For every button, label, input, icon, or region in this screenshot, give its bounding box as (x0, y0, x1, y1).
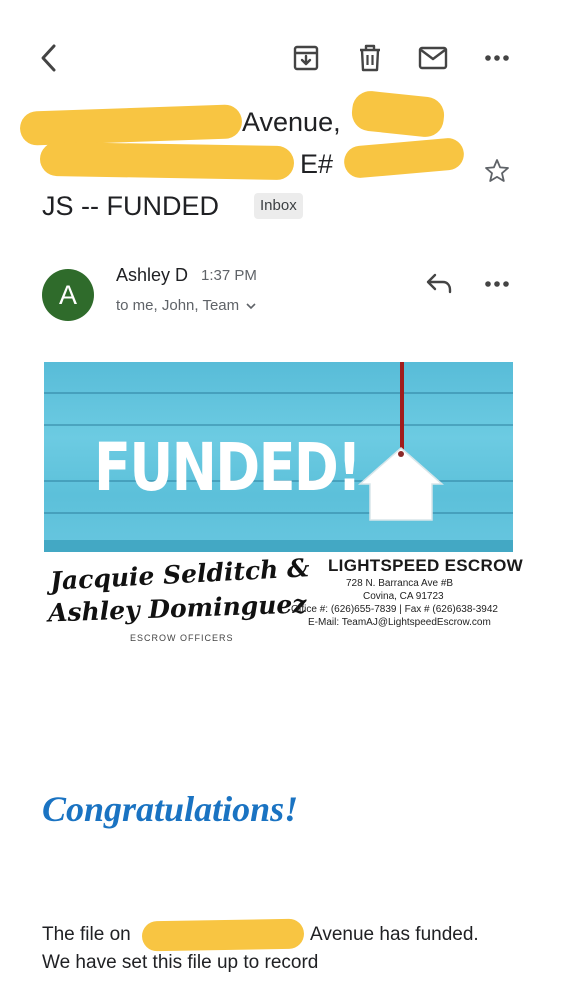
inbox-label-badge[interactable]: Inbox (254, 193, 303, 219)
avatar[interactable]: A (42, 269, 94, 321)
funded-banner-image: FUNDED! (44, 362, 513, 552)
chevron-down-icon (246, 303, 256, 310)
redaction-mark (39, 141, 295, 181)
reply-icon[interactable] (425, 272, 453, 294)
message-time: 1:37 PM (201, 267, 257, 284)
redaction-mark (141, 918, 305, 952)
officers-signature-line1: Jacquie Selditch & (49, 553, 311, 596)
company-phone-fax: Office #: (626)655-7839 | Fax # (626)638… (291, 604, 498, 615)
banner-headline: FUNDED! (94, 429, 362, 506)
redaction-mark (19, 104, 243, 146)
subject-line-1: Avenue, (242, 107, 341, 137)
arrow-left-icon[interactable] (36, 42, 64, 74)
recipients-text: to me, John, Team (116, 297, 240, 314)
subject-line-3: JS -- FUNDED (42, 191, 219, 221)
subject-line-2: E# (300, 149, 334, 179)
recipients-toggle[interactable]: to me, John, Team (116, 297, 256, 314)
more-horizontal-icon[interactable] (484, 278, 510, 290)
redaction-mark (350, 89, 446, 139)
body-line-1-end: Avenue has funded. (310, 924, 479, 945)
star-outline-icon[interactable] (483, 157, 511, 185)
redaction-mark (342, 136, 466, 180)
body-line-1-start: The file on (42, 924, 131, 945)
company-address-1: 728 N. Barranca Ave #B (346, 578, 454, 589)
company-address-2: Covina, CA 91723 (363, 591, 444, 602)
archive-icon[interactable] (292, 44, 320, 72)
more-horizontal-icon[interactable] (484, 52, 510, 64)
company-name: LIGHTSPEED ESCROW (328, 556, 523, 575)
officers-caption: ESCROW OFFICERS (130, 633, 234, 643)
sender-name[interactable]: Ashley D (116, 265, 188, 286)
house-icon (358, 447, 444, 521)
company-email[interactable]: E-Mail: TeamAJ@LightspeedEscrow.com (308, 617, 491, 628)
body-line-2: We have set this file up to record (42, 952, 319, 973)
congratulations-heading: Congratulations! (42, 789, 299, 829)
mail-icon[interactable] (418, 45, 448, 71)
officers-signature-line2: Ashley Dominguez (47, 589, 307, 628)
trash-icon[interactable] (356, 43, 384, 73)
